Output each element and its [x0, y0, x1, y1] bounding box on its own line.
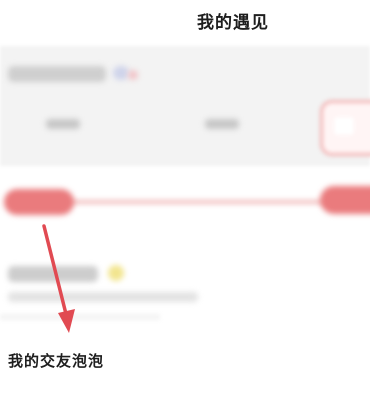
arrow-down-icon	[42, 224, 75, 333]
my-encounters-page: 我的遇见 我的交友泡泡	[0, 0, 370, 394]
